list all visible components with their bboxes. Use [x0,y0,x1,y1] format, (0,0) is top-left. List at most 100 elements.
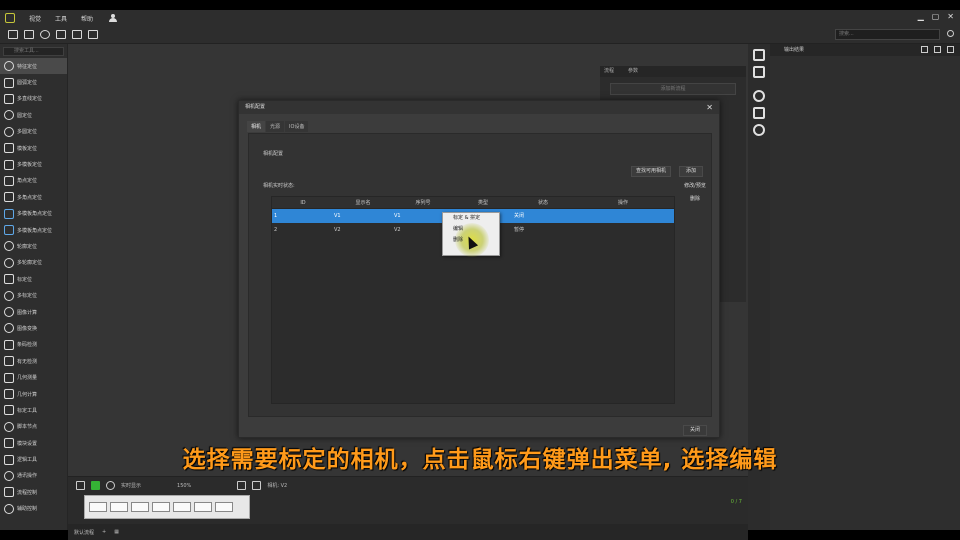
thumbnail[interactable] [173,502,191,512]
user-icon[interactable] [109,14,118,22]
display-mode-select[interactable]: 实时显示 [121,482,141,489]
add-camera-button[interactable]: 添加 [679,166,704,177]
dialog-close-icon[interactable]: ✕ [706,101,713,114]
menu-bar: 视觉 工具 帮助 ▁ ▢ ✕ [0,10,960,26]
thumbnail[interactable] [215,502,233,512]
maximize-icon[interactable]: ▢ [932,12,940,21]
flow-tab[interactable]: 默认流程 [74,529,94,536]
tool-item[interactable]: 脚本节点 [0,419,67,435]
gauge-icon[interactable] [753,124,765,136]
tool-item[interactable]: 辅助控制 [0,501,67,517]
tab-flow[interactable]: 流程 [604,66,614,77]
minimize-icon[interactable]: ▁ [918,12,924,21]
feature-locate-icon [4,61,14,72]
contour-icon [4,241,14,252]
bar-chart-icon[interactable] [753,107,765,119]
image-icon[interactable] [8,30,18,39]
export-icon[interactable] [56,30,66,39]
tool-item[interactable]: 图像计算 [0,304,67,320]
tool-item[interactable]: 条码检测 [0,337,67,353]
circle-locate-icon [4,110,14,121]
delete-button[interactable]: 删除 [677,194,713,205]
menu-item-calibrate[interactable]: 标定 & 拼定 [443,213,499,224]
sliders-icon[interactable] [753,66,765,78]
tool-item[interactable]: 特征定位 [0,58,67,75]
tab-light[interactable]: 光源 [266,121,285,132]
save-icon[interactable] [72,30,82,39]
tool-item[interactable]: 几何计算 [0,386,67,402]
close-icon[interactable]: ✕ [947,12,954,21]
tool-item[interactable]: 多角点定位 [0,189,67,205]
thumbnail-strip[interactable] [84,495,250,519]
tab-camera[interactable]: 相机 [247,121,266,132]
fit-icon[interactable] [237,481,247,490]
run-once-icon[interactable] [76,481,85,490]
tab-io[interactable]: IO设备 [285,121,309,132]
tool-item[interactable]: 有无检测 [0,353,67,369]
close-button[interactable]: 关闭 [683,425,708,436]
settings-icon[interactable] [106,481,115,490]
table-header: ID 显示名 序列号 类型 状态 操作 [272,197,674,209]
find-camera-button[interactable]: 查找可用相机 [631,166,672,177]
panel-close-icon[interactable] [947,46,954,53]
tool-item[interactable]: 标定位 [0,271,67,287]
tool-item[interactable]: 多直线定位 [0,91,67,107]
search-icon[interactable] [947,30,954,37]
tool-item[interactable]: 多模板角点定位 [0,222,67,238]
edit-preview-button[interactable]: 修改/预览 [677,181,713,192]
menu-item-edit[interactable]: 编辑 [443,224,499,235]
video-subtitle: 选择需要标定的相机，点击鼠标右键弹出菜单, 选择编辑 [182,447,778,473]
tab-params[interactable]: 参数 [628,66,638,77]
arc-locate-icon [4,77,14,88]
thumbnail[interactable] [152,502,170,512]
tool-search-input[interactable]: 搜索工具... [3,47,64,56]
save-as-icon[interactable] [88,30,98,39]
camera-icon[interactable] [24,30,34,39]
grid-icon[interactable] [252,481,262,490]
tool-item[interactable]: 圆定位 [0,107,67,123]
col-serial[interactable]: 序列号 [392,197,452,208]
add-flow-icon[interactable]: + [102,529,106,535]
app-logo-icon [5,13,15,23]
run-continuous-icon[interactable] [91,481,100,490]
menu-vision[interactable]: 视觉 [29,14,41,23]
pin-icon[interactable] [934,46,941,53]
output-panel-header: 输出结果 [770,44,960,56]
wrench-icon[interactable] [753,49,765,61]
col-name[interactable]: 显示名 [332,197,392,208]
tool-item[interactable]: 多模板定位 [0,156,67,172]
thumbnail[interactable] [131,502,149,512]
multi-contour-icon [4,257,14,268]
list-icon[interactable]: ▦ [114,529,119,535]
menu-tools[interactable]: 工具 [55,14,67,23]
info-icon[interactable] [753,90,765,102]
tool-item[interactable]: 多轮廓定位 [0,255,67,271]
presence-icon [4,356,14,367]
mark-icon [4,274,14,285]
tool-item[interactable]: 圆弧定位 [0,74,67,90]
col-operation[interactable]: 操作 [572,197,672,208]
thumbnail[interactable] [110,502,128,512]
tool-item[interactable]: 流程控制 [0,484,67,500]
col-type[interactable]: 类型 [452,197,512,208]
tool-item[interactable]: 模板定位 [0,140,67,156]
add-flow-button[interactable]: 添加新流程 [610,83,736,95]
settings-icon[interactable] [40,30,50,39]
window-controls: ▁ ▢ ✕ [918,12,954,21]
thumbnail[interactable] [89,502,107,512]
folder-icon[interactable] [921,46,928,53]
tool-item[interactable]: 多标定位 [0,287,67,303]
zoom-select[interactable]: 150% [177,483,191,489]
global-search-input[interactable]: 搜索... [835,29,940,40]
tool-item[interactable]: 轮廓定位 [0,238,67,254]
tool-item[interactable]: 几何测量 [0,369,67,385]
tool-item[interactable]: 标定工具 [0,402,67,418]
col-id[interactable]: ID [272,197,332,208]
tool-item[interactable]: 多圆定位 [0,124,67,140]
tool-item[interactable]: 角点定位 [0,173,67,189]
thumbnail[interactable] [194,502,212,512]
col-status[interactable]: 状态 [512,197,572,208]
tool-item[interactable]: 图像变换 [0,320,67,336]
tool-item[interactable]: 多模板角点定位 [0,206,67,222]
menu-help[interactable]: 帮助 [81,14,93,23]
